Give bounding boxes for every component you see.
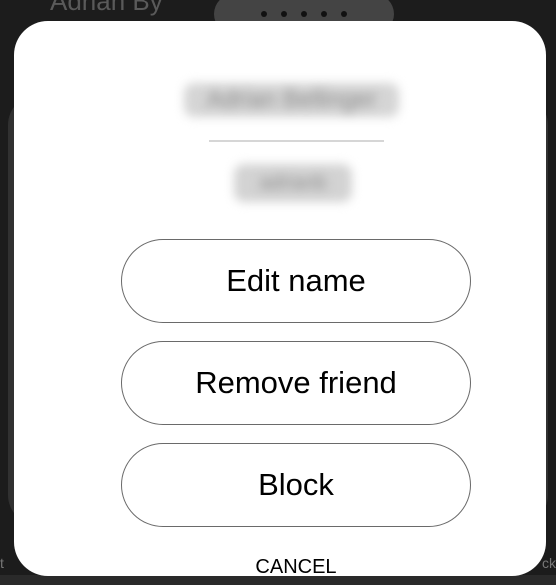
cancel-button[interactable]: CANCEL (214, 555, 378, 579)
remove-friend-button[interactable]: Remove friend (121, 341, 471, 425)
block-button[interactable]: Block (121, 443, 471, 527)
background-title: Adrian By (50, 0, 163, 16)
display-name: Adrian Bellinger (206, 86, 377, 113)
divider (209, 140, 384, 142)
friend-options-dialog: Adrian Bellinger adrianb Edit name Remov… (14, 21, 546, 579)
edit-name-button[interactable]: Edit name (121, 239, 471, 323)
dot-icon (261, 11, 267, 17)
dot-icon (281, 11, 287, 17)
background-left-edge-text: t (0, 555, 4, 571)
dot-icon (301, 11, 307, 17)
dot-icon (341, 11, 347, 17)
username: adrianb (259, 172, 327, 194)
background-right-edge-text: ck (542, 555, 556, 571)
dot-icon (321, 11, 327, 17)
